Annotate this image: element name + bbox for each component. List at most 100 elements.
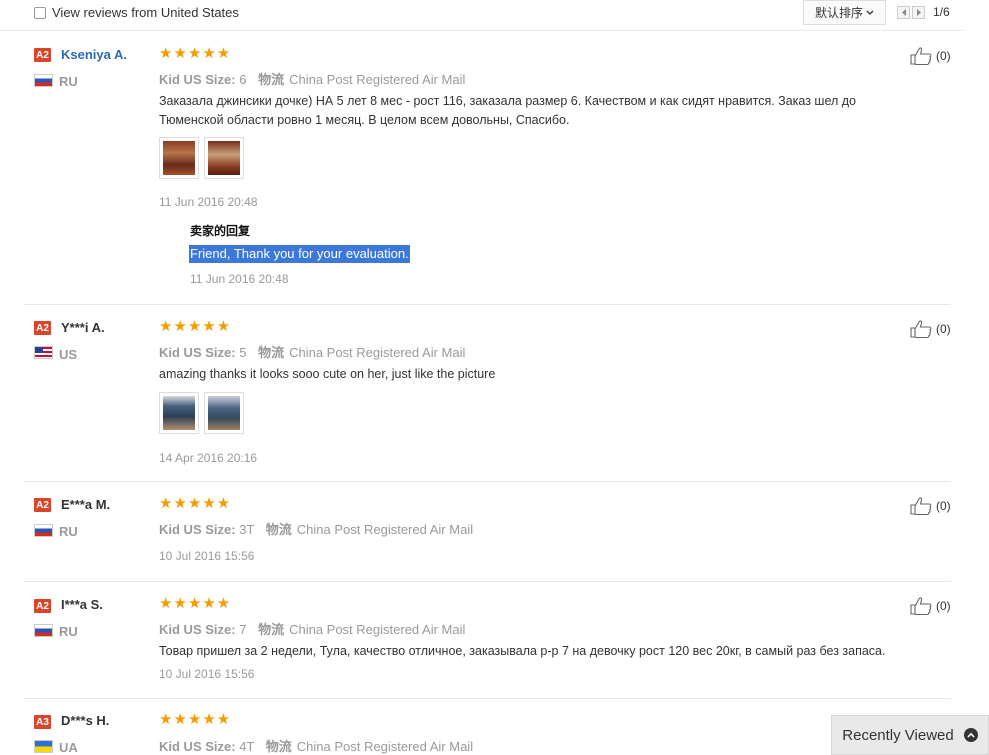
photo-image (163, 141, 195, 175)
review-date: 11 Jun 2016 20:48 (159, 195, 258, 209)
page-indicator: 1/6 (933, 5, 950, 19)
helpful-button[interactable]: (0) (910, 497, 951, 515)
review-text: Товар пришел за 2 недели, Тула, качество… (159, 644, 886, 658)
thumbs-up-icon (910, 47, 932, 65)
buyer-level-badge: A2 (34, 321, 51, 335)
logistics-label: 物流 (258, 623, 285, 638)
reviewer-name: Y***i A. (61, 320, 105, 335)
prev-page-button[interactable] (897, 5, 910, 19)
photo-image (163, 396, 195, 430)
star-rating: ★★★★★ (159, 318, 232, 335)
recently-viewed-button[interactable]: Recently Viewed (831, 715, 989, 755)
buyer-level-badge: A3 (34, 715, 51, 729)
star-rating: ★★★★★ (159, 711, 232, 728)
review-photos (159, 137, 244, 179)
logistics-value: China Post Registered Air Mail (289, 72, 466, 87)
russia-flag-icon (34, 624, 53, 637)
size-label: Kid US Size: (159, 522, 236, 537)
seller-reply-title: 卖家的回复 (190, 224, 251, 238)
reviewer-country: RU (59, 74, 78, 89)
review-item: A2 I***a S. RU ★★★★★ Kid US Size: 7 物流 Ch… (24, 582, 951, 699)
reviewer-country: US (59, 347, 78, 362)
photo-image (208, 396, 240, 430)
review-photo-thumbnail[interactable] (159, 392, 199, 434)
order-attributes: Kid US Size: 3T 物流 China Post Registered … (159, 519, 473, 538)
chevron-down-icon (866, 10, 874, 15)
review-photo-thumbnail[interactable] (159, 137, 199, 179)
seller-reply-date: 11 Jun 2016 20:48 (190, 272, 289, 286)
size-label: Kid US Size: (159, 72, 236, 87)
buyer-level-badge: A2 (34, 498, 51, 512)
thumbs-up-icon (910, 597, 932, 615)
usa-flag-icon (34, 346, 53, 359)
review-date: 10 Jul 2016 15:56 (159, 667, 255, 681)
next-page-button[interactable] (912, 5, 925, 19)
helpful-button[interactable]: (0) (910, 597, 951, 615)
size-label: Kid US Size: (159, 345, 236, 360)
logistics-label: 物流 (265, 740, 292, 755)
review-item: A2 E***a M. RU ★★★★★ Kid US Size: 3T 物流 C… (24, 482, 951, 582)
reviewer-country: UA (59, 740, 78, 755)
seller-reply-text: Friend, Thank you for your evaluation. (189, 245, 410, 263)
review-photos (159, 392, 244, 434)
review-photo-thumbnail[interactable] (204, 137, 244, 179)
buyer-level-badge: A2 (34, 48, 51, 62)
review-photo-thumbnail[interactable] (204, 392, 244, 434)
reviewer-name: E***a M. (61, 497, 111, 512)
review-item: A2 Kseniya A. RU ★★★★★ Kid US Size: 6 物流… (24, 31, 951, 305)
photo-image (208, 141, 240, 175)
order-attributes: Kid US Size: 7 物流 China Post Registered A… (159, 619, 465, 638)
ukraine-flag-icon (34, 740, 53, 753)
buyer-level-badge: A2 (34, 599, 51, 613)
triangle-left-icon (901, 8, 906, 16)
filter-label: View reviews from United States (52, 5, 239, 20)
order-attributes: Kid US Size: 6 物流 China Post Registered A… (159, 69, 465, 88)
helpful-button[interactable]: (0) (910, 320, 951, 338)
helpful-count: (0) (936, 599, 951, 613)
logistics-value: China Post Registered Air Mail (289, 622, 466, 637)
size-value: 7 (239, 622, 247, 637)
recently-viewed-label: Recently Viewed (842, 726, 954, 744)
russia-flag-icon (34, 524, 53, 537)
reviewer-country: RU (59, 524, 78, 539)
review-text: Заказала джинсики дочке) НА 5 лет 8 мес … (159, 94, 857, 127)
sort-label: 默认排序 (814, 6, 863, 20)
review-date: 10 Jul 2016 15:56 (159, 549, 255, 563)
size-value: 4T (239, 739, 255, 754)
sort-dropdown[interactable]: 默认排序 (803, 0, 886, 25)
logistics-label: 物流 (265, 523, 292, 538)
pagination: 1/6 (897, 5, 950, 19)
chevron-up-icon (963, 728, 978, 742)
helpful-button[interactable]: (0) (910, 47, 951, 65)
star-rating: ★★★★★ (159, 595, 232, 612)
reviewer-country: RU (59, 624, 78, 639)
size-value: 6 (239, 72, 247, 87)
checkbox[interactable] (34, 6, 46, 19)
review-date: 14 Apr 2016 20:16 (159, 451, 258, 465)
logistics-value: China Post Registered Air Mail (296, 522, 474, 537)
helpful-count: (0) (936, 322, 951, 336)
logistics-label: 物流 (258, 346, 285, 361)
reviewer-name[interactable]: Kseniya A. (61, 47, 127, 62)
review-item: A2 Y***i A. US ★★★★★ Kid US Size: 5 物流 Ch… (24, 305, 951, 482)
review-item: A3 D***s H. UA ★★★★★ Kid US Size: 4T 物流 C… (24, 699, 951, 755)
helpful-count: (0) (936, 499, 951, 513)
reviewer-name: I***a S. (61, 597, 103, 612)
review-toolbar: View reviews from United States 默认排序 1/6 (0, 0, 963, 31)
size-label: Kid US Size: (159, 622, 236, 637)
order-attributes: Kid US Size: 4T 物流 China Post Registered … (159, 736, 473, 755)
logistics-label: 物流 (258, 73, 285, 88)
size-label: Kid US Size: (159, 739, 236, 754)
triangle-right-icon (916, 8, 921, 16)
size-value: 5 (239, 345, 247, 360)
thumbs-up-icon (910, 320, 932, 338)
reviewer-name: D***s H. (61, 713, 110, 728)
size-value: 3T (239, 522, 255, 537)
thumbs-up-icon (910, 497, 932, 515)
flag-canton (35, 347, 43, 353)
filter-us-reviews[interactable]: View reviews from United States (34, 5, 239, 20)
order-attributes: Kid US Size: 5 物流 China Post Registered A… (159, 342, 465, 361)
russia-flag-icon (34, 74, 53, 87)
star-rating: ★★★★★ (159, 495, 232, 512)
logistics-value: China Post Registered Air Mail (296, 739, 474, 754)
